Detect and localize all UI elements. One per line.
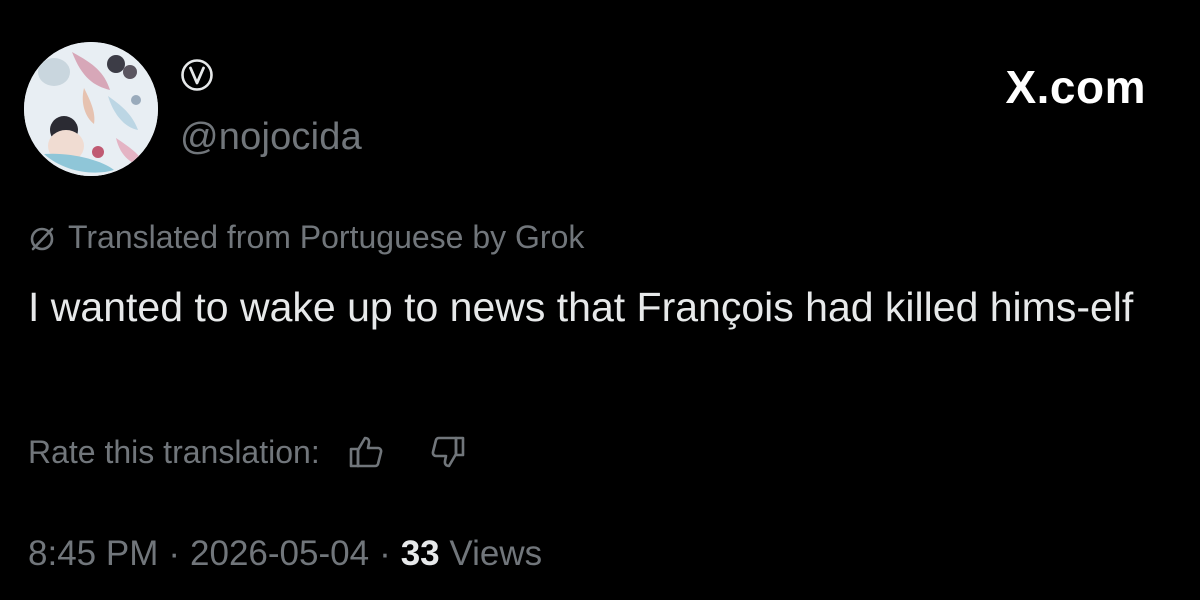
thumbs-down-icon[interactable] [428,432,468,472]
circled-v-badge-icon [181,59,213,91]
author-handle[interactable]: @nojocida [180,116,362,159]
translation-notice: Translated from Portuguese by Grok [28,215,584,259]
slashed-circle-icon [30,227,54,251]
avatar-image [24,42,158,176]
rate-translation-label: Rate this translation: [28,433,320,470]
tweet-text: I wanted to wake up to news that Françoi… [28,284,1134,330]
brand-label: X.com [1005,61,1146,113]
views-spacer [440,534,450,574]
views-count: 33 [400,534,440,573]
views-label: Views [449,534,543,573]
rate-translation: Rate this translation: [28,428,468,476]
tweet-date[interactable]: 2026-05-04 [190,534,369,574]
meta-separator: · [379,534,391,573]
avatar[interactable] [24,42,158,176]
meta-separator: · [168,534,181,573]
thumbs-up-icon[interactable] [346,432,386,472]
tweet-meta: 8:45 PM · 2026-05-04 · 33 Views [28,530,542,578]
translation-notice-text: Translated from Portuguese by Grok [68,218,585,255]
tweet-time[interactable]: 8:45 PM [28,534,158,574]
